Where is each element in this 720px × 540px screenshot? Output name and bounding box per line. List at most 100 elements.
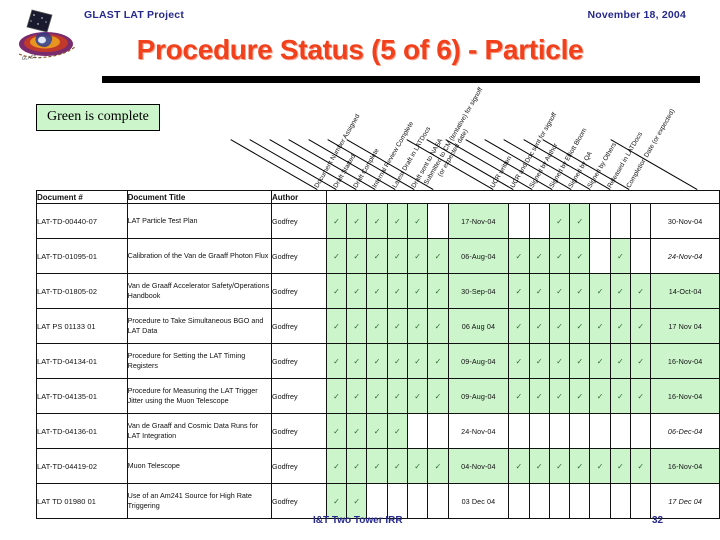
cell-status-check-9: ✓	[569, 343, 591, 379]
cell-completion-date: 30-Nov-04	[650, 203, 720, 239]
cell-document-number: LAT-TD-04419-02	[36, 448, 128, 484]
cell-status-check-5	[427, 413, 449, 449]
cell-author: Godfrey	[271, 413, 327, 449]
cell-status-check-9	[569, 483, 591, 519]
table-row: LAT-TD-01095-01 Calibration of the Van de…	[36, 238, 720, 274]
col-header-document-title: Document Title	[126, 190, 273, 204]
cell-status-check-5: ✓	[427, 378, 449, 414]
cell-status-check-4: ✓	[406, 308, 429, 344]
cell-status-check-10: ✓	[589, 308, 611, 344]
cell-document-title: Van de Graaff and Cosmic Data Runs for L…	[126, 413, 273, 449]
cell-document-number: LAT PS 01133 01	[36, 308, 128, 344]
cell-status-check-11: ✓	[609, 343, 632, 379]
cell-status-check-7: ✓	[528, 273, 550, 309]
cell-completion-date: 06-Dec-04	[650, 413, 720, 449]
cell-submitted-date: 06 Aug 04	[447, 308, 510, 344]
cell-status-check-3: ✓	[386, 203, 408, 239]
procedure-status-table: Document # Document Title Author LAT-TD-…	[36, 190, 720, 519]
cell-status-check-6	[508, 413, 530, 449]
cell-status-check-9: ✓	[569, 308, 591, 344]
table-header-row: Document # Document Title Author	[36, 190, 720, 204]
presentation-date: November 18, 2004	[587, 9, 686, 21]
project-name: GLAST LAT Project	[84, 9, 185, 21]
cell-status-check-12: ✓	[630, 308, 652, 344]
cell-status-check-7	[528, 413, 550, 449]
cell-status-check-4: ✓	[406, 273, 429, 309]
cell-status-check-1: ✓	[346, 343, 368, 379]
cell-document-number: LAT-TD-01805-02	[36, 273, 128, 309]
cell-document-number: LAT-TD-01095-01	[36, 238, 128, 274]
cell-status-check-10	[589, 483, 611, 519]
cell-status-check-8: ✓	[548, 308, 571, 344]
cell-document-title: Use of an Am241 Source for High Rate Tri…	[126, 483, 273, 519]
table-row: LAT-TD-04419-02 Muon Telescope Godfrey ✓ ✓ ✓ ✓…	[36, 448, 720, 484]
cell-status-check-8: ✓	[548, 448, 571, 484]
cell-author: Godfrey	[271, 343, 327, 379]
cell-document-number: LAT-TD-04136-01	[36, 413, 128, 449]
cell-document-number: LAT-TD-04135-01	[36, 378, 128, 414]
cell-status-check-12: ✓	[630, 273, 652, 309]
cell-status-check-1: ✓	[346, 273, 368, 309]
cell-status-check-2: ✓	[366, 273, 388, 309]
cell-completion-date: 14-Oct-04	[650, 273, 720, 309]
cell-status-check-0: ✓	[325, 448, 348, 484]
cell-status-check-2: ✓	[366, 203, 388, 239]
cell-status-check-8: ✓	[548, 378, 571, 414]
cell-status-check-9	[569, 413, 591, 449]
cell-status-check-0: ✓	[325, 483, 348, 519]
cell-completion-date: 17 Nov 04	[650, 308, 720, 344]
cell-submitted-date: 04-Nov-04	[447, 448, 510, 484]
cell-status-check-4	[406, 483, 429, 519]
table-row: LAT TD 01980 01 Use of an Am241 Source fo…	[36, 483, 720, 519]
cell-status-check-9: ✓	[569, 378, 591, 414]
cell-completion-date: 16-Nov-04	[650, 448, 720, 484]
cell-status-check-11: ✓	[609, 378, 632, 414]
cell-status-check-12: ✓	[630, 448, 652, 484]
header-tick-line	[230, 139, 318, 190]
cell-status-check-11: ✓	[609, 273, 632, 309]
cell-status-check-8: ✓	[548, 203, 571, 239]
cell-status-check-6: ✓	[508, 273, 530, 309]
cell-status-check-11: ✓	[609, 238, 632, 274]
cell-status-check-8: ✓	[548, 343, 571, 379]
cell-status-check-1: ✓	[346, 378, 368, 414]
cell-completion-date: 17 Dec 04	[650, 483, 720, 519]
table-row: LAT PS 01133 01 Procedure to Take Simulta…	[36, 308, 720, 344]
cell-status-check-12: ✓	[630, 378, 652, 414]
cell-status-check-11: ✓	[609, 448, 632, 484]
cell-status-check-6: ✓	[508, 308, 530, 344]
cell-status-check-12	[630, 238, 652, 274]
table-row: LAT-TD-00440-07 LAT Particle Test Plan God…	[36, 203, 720, 239]
cell-status-check-4	[406, 413, 429, 449]
cell-status-check-1: ✓	[346, 308, 368, 344]
cell-status-check-2: ✓	[366, 378, 388, 414]
cell-status-check-7	[528, 203, 550, 239]
cell-completion-date: 24-Nov-04	[650, 238, 720, 274]
cell-status-check-7: ✓	[528, 238, 550, 274]
cell-status-check-12: ✓	[630, 343, 652, 379]
cell-status-check-0: ✓	[325, 343, 348, 379]
cell-document-title: Procedure for Setting the LAT Timing Reg…	[126, 343, 273, 379]
col-header-document-number: Document #	[36, 190, 128, 204]
cell-status-check-5	[427, 483, 449, 519]
cell-submitted-date: 09-Aug-04	[447, 343, 510, 379]
cell-status-check-5	[427, 203, 449, 239]
cell-status-check-12	[630, 413, 652, 449]
cell-document-number: LAT TD 01980 01	[36, 483, 128, 519]
table-body: LAT-TD-00440-07 LAT Particle Test Plan God…	[36, 203, 720, 519]
cell-document-title: Calibration of the Van de Graaff Photon …	[126, 238, 273, 274]
cell-status-check-4: ✓	[406, 238, 429, 274]
cell-status-check-3: ✓	[386, 378, 408, 414]
cell-author: Godfrey	[271, 483, 327, 519]
cell-status-check-0: ✓	[325, 308, 348, 344]
cell-document-title: Van de Graaff Accelerator Safety/Operati…	[126, 273, 273, 309]
cell-status-check-0: ✓	[325, 378, 348, 414]
cell-status-check-7: ✓	[528, 343, 550, 379]
cell-status-check-4: ✓	[406, 343, 429, 379]
cell-status-check-6: ✓	[508, 448, 530, 484]
cell-completion-date: 16-Nov-04	[650, 343, 720, 379]
footer-page-number: 32	[652, 515, 664, 526]
cell-document-number: LAT-TD-00440-07	[36, 203, 128, 239]
cell-document-title: Procedure to Take Simultaneous BGO and L…	[126, 308, 273, 344]
rotated-column-headers: Document Number AssignedDraft StartedDra…	[230, 86, 698, 190]
